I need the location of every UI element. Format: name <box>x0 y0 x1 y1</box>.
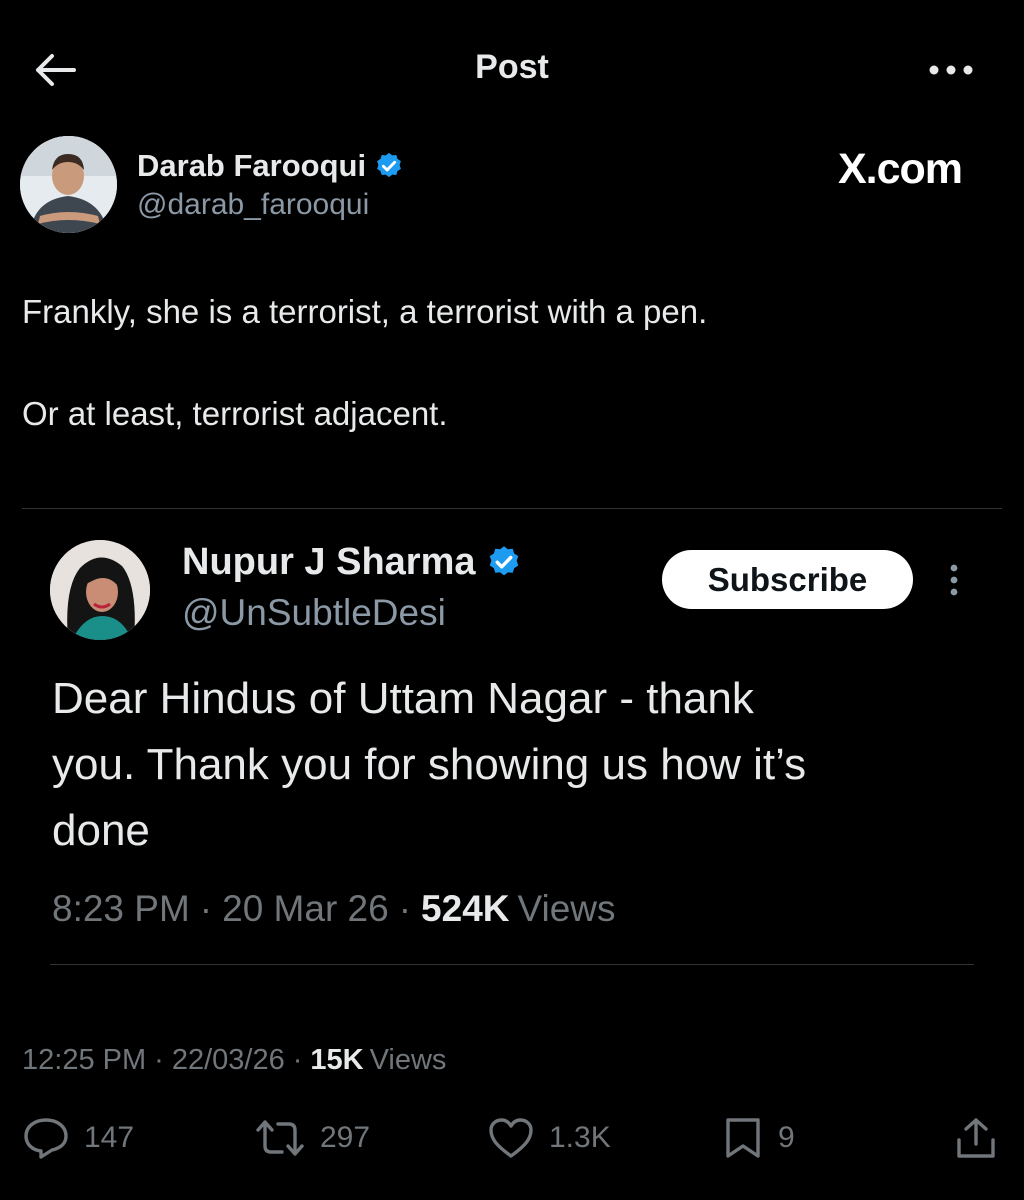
like-count: 1.3K <box>549 1121 611 1154</box>
avatar-image <box>20 136 117 233</box>
bookmark-button[interactable]: 9 <box>722 1116 795 1160</box>
page-title: Post <box>475 48 549 86</box>
divider <box>50 964 974 965</box>
subscribe-button[interactable]: Subscribe <box>662 550 913 609</box>
more-vertical-icon[interactable] <box>944 562 964 598</box>
heart-icon <box>489 1118 533 1158</box>
verified-badge-icon <box>377 152 401 178</box>
like-button[interactable]: 1.3K <box>487 1116 611 1160</box>
quoted-text-line: done <box>52 806 150 855</box>
post-views-count: 15K <box>310 1044 364 1076</box>
x-com-watermark: X.com <box>838 145 963 193</box>
reply-icon <box>24 1118 68 1159</box>
quoted-date: 20 Mar 26 <box>222 888 389 929</box>
reply-button[interactable]: 147 <box>22 1116 134 1160</box>
post-time: 12:25 PM <box>22 1044 147 1076</box>
verified-badge-icon <box>489 546 518 576</box>
post-text-line: Or at least, terrorist adjacent. <box>22 395 448 432</box>
separator: · <box>398 888 412 929</box>
more-horizontal-icon[interactable] <box>926 58 976 82</box>
divider <box>22 508 1002 509</box>
quoted-text-line: Dear Hindus of Uttam Nagar - thank <box>52 674 754 723</box>
repost-count: 297 <box>320 1121 371 1154</box>
separator: · <box>154 1044 164 1076</box>
repost-icon <box>256 1120 304 1156</box>
bookmark-count: 9 <box>778 1121 795 1154</box>
post-views-label: Views <box>369 1044 447 1076</box>
post-text-line: Frankly, she is a terrorist, a terrorist… <box>22 293 708 330</box>
share-icon[interactable] <box>954 1116 998 1160</box>
post-date: 22/03/26 <box>171 1044 285 1076</box>
quoted-time: 8:23 PM <box>52 888 190 929</box>
avatar[interactable] <box>20 136 117 233</box>
quoted-avatar-image <box>50 540 150 640</box>
quoted-author-name[interactable]: Nupur J Sharma <box>182 541 476 584</box>
separator: · <box>199 888 213 929</box>
repost-button[interactable]: 297 <box>254 1116 370 1160</box>
quoted-views-label: Views <box>517 888 616 929</box>
author-handle[interactable]: @darab_farooqui <box>137 188 369 222</box>
bookmark-icon <box>726 1118 760 1158</box>
quoted-meta: 8:23 PM · 20 Mar 26 · 524K Views <box>52 888 616 930</box>
quoted-views-count: 524K <box>421 888 510 929</box>
quoted-avatar[interactable] <box>50 540 150 640</box>
quoted-author-handle[interactable]: @UnSubtleDesi <box>182 592 446 634</box>
author-name[interactable]: Darab Farooqui <box>137 148 366 184</box>
separator: · <box>292 1044 303 1076</box>
quoted-text-line: you. Thank you for showing us how it’s <box>52 740 807 789</box>
reply-count: 147 <box>84 1121 135 1154</box>
post-meta: 12:25 PM · 22/03/26 · 15K Views <box>22 1044 446 1077</box>
